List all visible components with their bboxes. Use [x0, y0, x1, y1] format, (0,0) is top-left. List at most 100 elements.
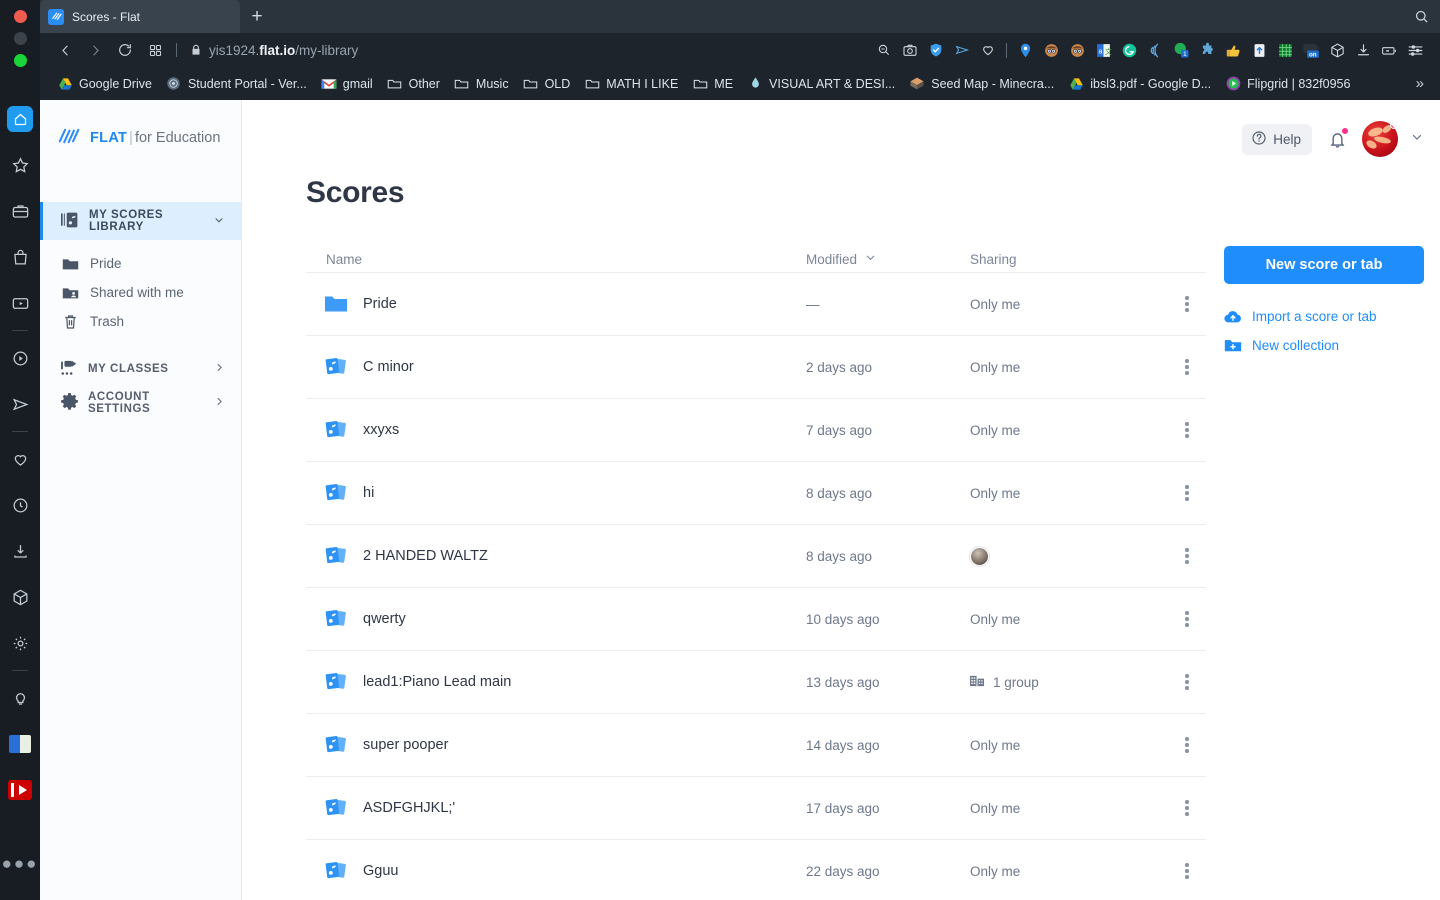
address-bar-url[interactable]: yis1924.flat.io/my-library — [209, 43, 358, 58]
grammarly-extension-icon[interactable] — [1116, 37, 1142, 63]
bookmark-item[interactable]: Seed Map - Minecra... — [902, 73, 1061, 95]
bookmark-item[interactable]: Music — [447, 73, 516, 95]
shield-extension-icon[interactable] — [923, 37, 949, 63]
forward-button[interactable] — [80, 37, 110, 63]
row-name-cell[interactable]: Pride — [308, 294, 806, 314]
bookmark-item[interactable]: OLD — [516, 73, 578, 95]
table-row[interactable]: C minor2 days agoOnly me — [306, 335, 1206, 398]
green-dot-extension-icon[interactable]: 1 — [1168, 37, 1194, 63]
row-menu-button[interactable] — [1170, 422, 1204, 438]
new-tab-button[interactable]: + — [246, 6, 268, 28]
column-header-modified[interactable]: Modified — [806, 251, 970, 267]
dock-youtube-button[interactable] — [0, 767, 40, 813]
dock-notes-button[interactable] — [0, 675, 40, 721]
dock-amazon-translate-button[interactable] — [0, 721, 40, 767]
help-button[interactable]: Help — [1242, 124, 1312, 155]
bookmark-item[interactable]: MATH I LIKE — [577, 73, 685, 95]
dock-video-button[interactable] — [0, 280, 40, 326]
row-name-cell[interactable]: super pooper — [308, 734, 806, 756]
pocket-save-extension-icon[interactable] — [1246, 37, 1272, 63]
sidebar-item-trash[interactable]: Trash — [40, 307, 241, 336]
row-name-cell[interactable]: qwerty — [308, 608, 806, 630]
table-row[interactable]: super pooper14 days agoOnly me — [306, 713, 1206, 776]
new-collection-link[interactable]: New collection — [1224, 331, 1424, 360]
download-tray-icon[interactable] — [1350, 37, 1376, 63]
window-minimize-button[interactable] — [14, 32, 27, 45]
table-row[interactable]: ASDFGHJKL;'17 days agoOnly me — [306, 776, 1206, 839]
sidebar-item-pride[interactable]: Pride — [40, 249, 241, 278]
table-row[interactable]: Pride—Only me — [306, 272, 1206, 335]
bookmarks-overflow-button[interactable]: » — [1416, 75, 1430, 92]
dock-favorites-button[interactable] — [0, 436, 40, 482]
notifications-button[interactable] — [1322, 124, 1352, 154]
window-close-button[interactable] — [14, 10, 27, 23]
row-menu-button[interactable] — [1170, 485, 1204, 501]
sidebar-item-account-settings[interactable]: ACCOUNT SETTINGS — [40, 386, 241, 420]
heart-extension-icon[interactable] — [975, 37, 1001, 63]
battery-extension-icon[interactable] — [1376, 37, 1402, 63]
window-maximize-button[interactable] — [14, 54, 27, 67]
row-menu-button[interactable] — [1170, 296, 1204, 312]
dock-package-button[interactable] — [0, 574, 40, 620]
bookmark-item[interactable]: Student Portal - Ver... — [159, 73, 314, 95]
table-row[interactable]: xxyxs7 days agoOnly me — [306, 398, 1206, 461]
bookmark-item[interactable]: ME — [685, 73, 740, 95]
new-score-button[interactable]: New score or tab — [1224, 246, 1424, 284]
row-name-cell[interactable]: hi — [308, 482, 806, 504]
sidebar-item-my-scores-library[interactable]: MY SCORES LIBRARY — [40, 202, 241, 240]
screenshot-camera-icon[interactable] — [897, 37, 923, 63]
row-menu-button[interactable] — [1170, 359, 1204, 375]
browser-tab[interactable]: Scores - Flat — [40, 0, 240, 33]
bookmark-item[interactable]: Flipgrid | 832f0956 — [1218, 73, 1357, 95]
dock-settings-button[interactable] — [0, 620, 40, 666]
dock-play-button[interactable] — [0, 335, 40, 381]
row-menu-button[interactable] — [1170, 548, 1204, 564]
row-name-cell[interactable]: 2 HANDED WALTZ — [308, 545, 806, 567]
row-name-cell[interactable]: ASDFGHJKL;' — [308, 797, 806, 819]
telegram-extension-icon[interactable] — [949, 37, 975, 63]
on-badge-extension-icon[interactable]: on — [1298, 37, 1324, 63]
cube-extension-icon[interactable] — [1324, 37, 1350, 63]
row-name-cell[interactable]: xxyxs — [308, 419, 806, 441]
window-search-icon[interactable] — [1413, 8, 1430, 30]
sidebar-item-my-classes[interactable]: MY CLASSES — [40, 352, 241, 386]
wifi-signal-extension-icon[interactable] — [1142, 37, 1168, 63]
vivaldi-menu-icon[interactable] — [1402, 37, 1428, 63]
location-pin-extension-icon[interactable] — [1012, 37, 1038, 63]
back-button[interactable] — [50, 37, 80, 63]
dock-shop-button[interactable] — [0, 234, 40, 280]
flat-logo[interactable]: FLAT|for Education — [40, 100, 241, 156]
column-header-name[interactable]: Name — [308, 252, 806, 267]
row-menu-button[interactable] — [1170, 800, 1204, 816]
row-name-cell[interactable]: Gguu — [308, 860, 806, 882]
avatar-extension-icon-1[interactable] — [1038, 37, 1064, 63]
bookmark-item[interactable]: Other — [380, 73, 447, 95]
grid-extension-icon[interactable] — [1272, 37, 1298, 63]
amazon-assistant-extension-icon[interactable]: a文 — [1090, 37, 1116, 63]
dock-downloads-button[interactable] — [0, 528, 40, 574]
table-row[interactable]: hi8 days agoOnly me — [306, 461, 1206, 524]
chevron-down-icon[interactable] — [213, 214, 225, 229]
row-menu-button[interactable] — [1170, 863, 1204, 879]
reload-button[interactable] — [110, 37, 140, 63]
site-security-lock-icon[interactable] — [183, 43, 209, 57]
table-row[interactable]: Gguu22 days agoOnly me — [306, 839, 1206, 900]
dock-history-button[interactable] — [0, 482, 40, 528]
row-name-cell[interactable]: C minor — [308, 356, 806, 378]
chevron-down-icon[interactable] — [1410, 130, 1424, 149]
import-score-link[interactable]: Import a score or tab — [1224, 302, 1424, 331]
table-row[interactable]: 2 HANDED WALTZ8 days ago — [306, 524, 1206, 587]
bookmark-item[interactable]: gmail — [314, 73, 380, 95]
panels-toggle-button[interactable] — [140, 37, 170, 63]
bookmark-item[interactable]: VISUAL ART & DESI... — [740, 73, 902, 95]
row-menu-button[interactable] — [1170, 737, 1204, 753]
bookmark-item[interactable]: Google Drive — [50, 73, 159, 95]
chevron-right-icon[interactable] — [214, 362, 225, 376]
chevron-right-icon[interactable] — [214, 396, 225, 410]
dock-home-button[interactable] — [0, 96, 40, 142]
table-row[interactable]: qwerty10 days agoOnly me — [306, 587, 1206, 650]
thumbs-up-extension-icon[interactable] — [1220, 37, 1246, 63]
table-row[interactable]: lead1:Piano Lead main13 days ago1 group — [306, 650, 1206, 713]
bookmark-item[interactable]: ibsl3.pdf - Google D... — [1061, 73, 1218, 95]
puzzle-extension-icon[interactable] — [1194, 37, 1220, 63]
